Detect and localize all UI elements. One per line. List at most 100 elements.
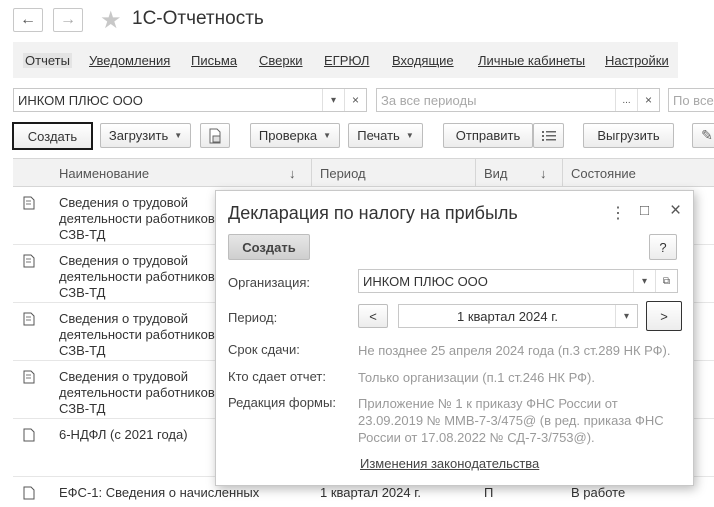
form-edition-label: Редакция формы:: [228, 395, 336, 410]
organization-field[interactable]: ИНКОМ ПЛЮС ООО ▾ ⧉: [358, 269, 678, 293]
print-button-label: Печать: [357, 128, 400, 143]
document-icon: [23, 428, 35, 442]
section-settings[interactable]: Настройки: [605, 53, 669, 68]
check-button[interactable]: Проверка ▼: [250, 123, 340, 148]
arrow-right-icon: →: [60, 11, 76, 28]
organization-filter-value: ИНКОМ ПЛЮС ООО: [18, 93, 143, 108]
profit-tax-declaration-dialog: Декларация по налогу на прибыль ⋮ □ × Со…: [215, 190, 694, 486]
submitter-value: Только организации (п.1 ст.246 НК РФ).: [358, 370, 595, 385]
period-next-button[interactable]: >: [646, 301, 682, 331]
type-filter-placeholder: По все: [673, 93, 714, 108]
row-kind: П: [484, 485, 494, 500]
type-filter-field[interactable]: По все: [668, 88, 714, 112]
section-incoming[interactable]: Входящие: [392, 53, 454, 68]
organization-dropdown-button[interactable]: ▾: [322, 89, 344, 111]
organization-open-button[interactable]: ⧉: [655, 270, 677, 292]
open-window-icon: ⧉: [662, 275, 671, 287]
create-button-label: Создать: [27, 128, 78, 144]
document-icon: [23, 370, 35, 384]
export-button[interactable]: Выгрузить: [583, 123, 674, 148]
organization-filter-field[interactable]: ИНКОМ ПЛЮС ООО ▾ ×: [13, 88, 367, 112]
clear-icon: ×: [351, 93, 359, 107]
row-name: Сведения о трудовой деятельности работни…: [59, 369, 219, 416]
attach-button[interactable]: ✎: [692, 123, 714, 148]
column-header-period[interactable]: Период: [320, 166, 366, 181]
sort-down-icon[interactable]: ↓: [289, 166, 296, 181]
document-icon: [209, 128, 221, 143]
chevron-right-icon: >: [660, 308, 668, 324]
organization-label: Организация:: [228, 275, 311, 290]
app-title: 1С-Отчетность: [132, 8, 264, 29]
deadline-value: Не позднее 25 апреля 2024 года (п.3 ст.2…: [358, 343, 671, 358]
favorite-star-icon[interactable]: ★: [100, 6, 122, 35]
send-list-button[interactable]: [533, 123, 564, 148]
period-field[interactable]: 1 квартал 2024 г. ▾: [398, 304, 638, 328]
organization-clear-button[interactable]: ×: [344, 89, 366, 111]
document-icon: [23, 254, 35, 268]
section-personal-accounts[interactable]: Личные кабинеты: [478, 53, 585, 68]
column-divider: [475, 159, 476, 186]
forward-button[interactable]: →: [53, 8, 83, 32]
period-label: Период:: [228, 310, 278, 325]
section-letters[interactable]: Письма: [191, 53, 237, 68]
close-icon[interactable]: ×: [670, 200, 681, 222]
column-header-kind[interactable]: Вид: [484, 166, 508, 181]
period-dropdown-button[interactable]: ▾: [615, 305, 637, 327]
column-header-status[interactable]: Состояние: [571, 166, 636, 181]
load-button[interactable]: Загрузить ▼: [100, 123, 191, 148]
column-header-name[interactable]: Наименование: [59, 166, 149, 181]
help-button[interactable]: ?: [649, 234, 677, 260]
row-period: 1 квартал 2024 г.: [320, 485, 421, 500]
print-button[interactable]: Печать ▼: [348, 123, 423, 148]
arrow-left-icon: ←: [20, 11, 36, 28]
paperclip-icon: ✎: [701, 127, 713, 143]
period-filter-field[interactable]: За все периоды ... ×: [376, 88, 660, 112]
check-button-label: Проверка: [258, 128, 318, 143]
organization-value: ИНКОМ ПЛЮС ООО: [363, 274, 488, 289]
row-status: В работе: [571, 485, 626, 500]
dialog-create-button-label: Создать: [242, 239, 296, 255]
section-reports[interactable]: Отчеты: [23, 53, 72, 68]
more-menu-icon[interactable]: ⋮: [610, 203, 626, 223]
organization-dropdown-button[interactable]: ▾: [633, 270, 655, 292]
dropdown-arrow-icon: ▼: [323, 131, 332, 140]
column-divider: [311, 159, 312, 186]
dropdown-arrow-icon: ▾: [330, 94, 337, 106]
create-button[interactable]: Создать: [12, 122, 93, 150]
sections-bar: Отчеты Уведомления Письма Сверки ЕГРЮЛ В…: [13, 42, 678, 78]
document-icon: [23, 486, 35, 500]
document-button[interactable]: [200, 123, 230, 148]
section-egrul[interactable]: ЕГРЮЛ: [324, 53, 369, 68]
deadline-label: Срок сдачи:: [228, 342, 300, 357]
row-name: Сведения о трудовой деятельности работни…: [59, 311, 219, 358]
submitter-label: Кто сдает отчет:: [228, 369, 326, 384]
send-button[interactable]: Отправить: [443, 123, 533, 148]
period-filter-placeholder: За все периоды: [381, 93, 477, 108]
dropdown-arrow-icon: ▼: [174, 131, 183, 140]
dialog-title: Декларация по налогу на прибыль: [228, 203, 518, 223]
dropdown-arrow-icon: ▾: [641, 275, 648, 287]
section-reconciliations[interactable]: Сверки: [259, 53, 303, 68]
sort-down-icon[interactable]: ↓: [540, 166, 547, 181]
column-divider: [562, 159, 563, 186]
dialog-create-button[interactable]: Создать: [228, 234, 310, 260]
row-name: Сведения о трудовой деятельности работни…: [59, 195, 219, 242]
help-icon: ?: [659, 239, 667, 255]
export-button-label: Выгрузить: [597, 128, 660, 143]
maximize-icon[interactable]: □: [640, 202, 649, 219]
ellipsis-icon: ...: [622, 94, 631, 106]
law-changes-link[interactable]: Изменения законодательства: [360, 456, 539, 471]
table-header: Наименование ↓ Период Вид ↓ Состояние: [13, 158, 714, 187]
period-clear-button[interactable]: ×: [637, 89, 659, 111]
period-value: 1 квартал 2024 г.: [457, 309, 558, 324]
document-icon: [23, 196, 35, 210]
list-icon: [541, 130, 556, 141]
period-prev-button[interactable]: <: [358, 304, 388, 328]
form-edition-value: Приложение № 1 к приказу ФНС России от 2…: [358, 396, 664, 445]
row-name: Сведения о трудовой деятельности работни…: [59, 253, 219, 300]
section-notifications[interactable]: Уведомления: [89, 53, 170, 68]
period-select-button[interactable]: ...: [615, 89, 637, 111]
load-button-label: Загрузить: [108, 128, 169, 143]
row-name: ЕФС-1: Сведения о начисленных: [59, 485, 260, 500]
back-button[interactable]: ←: [13, 8, 43, 32]
